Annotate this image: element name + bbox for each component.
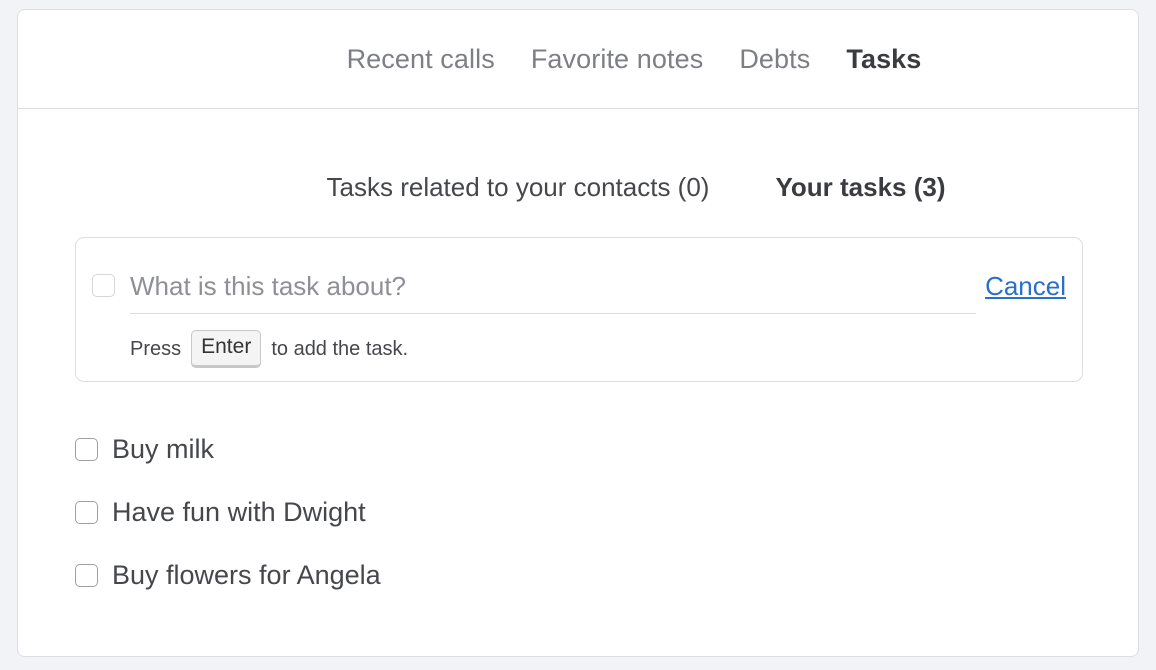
new-task-checkbox[interactable] <box>92 274 115 297</box>
tab-tasks[interactable]: Tasks <box>846 44 921 75</box>
cancel-link[interactable]: Cancel <box>985 271 1066 302</box>
task-label[interactable]: Buy milk <box>112 434 214 465</box>
task-list: Buy milk Have fun with Dwight Buy flower… <box>75 418 381 607</box>
task-item: Buy milk <box>75 418 381 481</box>
hint-prefix: Press <box>130 337 182 360</box>
task-checkbox[interactable] <box>75 501 98 524</box>
enter-hint: Press Enter to add the task. <box>130 330 408 368</box>
new-task-form: Cancel Press Enter to add the task. <box>75 237 1083 382</box>
tab-your-tasks[interactable]: Your tasks (3) <box>775 172 945 203</box>
enter-key-badge: Enter <box>191 330 262 368</box>
hint-suffix: to add the task. <box>271 337 409 360</box>
tab-contact-tasks[interactable]: Tasks related to your contacts (0) <box>327 172 710 203</box>
main-tab-bar: Recent calls Favorite notes Debts Tasks <box>18 10 1138 109</box>
task-checkbox[interactable] <box>75 438 98 461</box>
tab-debts[interactable]: Debts <box>739 44 810 75</box>
task-label[interactable]: Buy flowers for Angela <box>112 560 381 591</box>
tab-recent-calls[interactable]: Recent calls <box>347 44 495 75</box>
task-checkbox[interactable] <box>75 564 98 587</box>
task-item: Have fun with Dwight <box>75 481 381 544</box>
task-item: Buy flowers for Angela <box>75 544 381 607</box>
tasks-card: Recent calls Favorite notes Debts Tasks … <box>17 9 1139 657</box>
tab-favorite-notes[interactable]: Favorite notes <box>531 44 703 75</box>
task-filter-tabs: Tasks related to your contacts (0) Your … <box>18 172 1138 203</box>
new-task-input[interactable] <box>130 260 976 314</box>
task-label[interactable]: Have fun with Dwight <box>112 497 366 528</box>
